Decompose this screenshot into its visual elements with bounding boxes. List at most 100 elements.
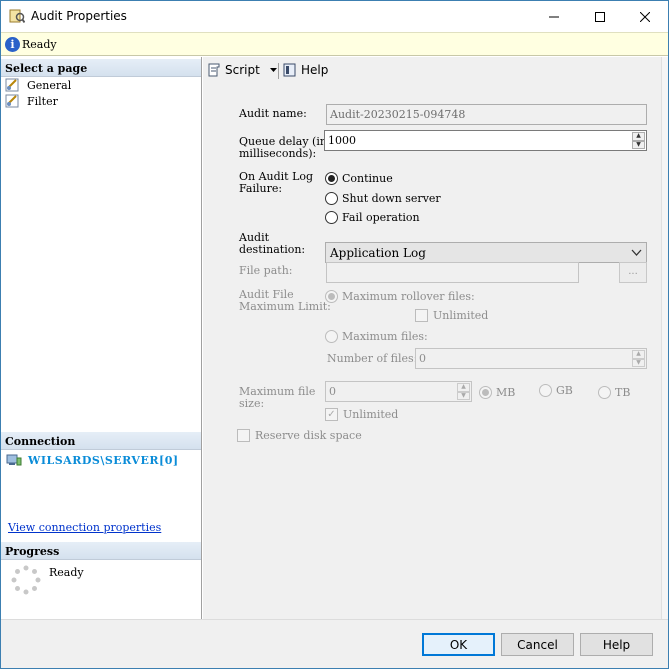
audit-name-field[interactable]: Audit-20230215-094748: [326, 104, 647, 125]
cancel-button[interactable]: Cancel: [501, 633, 574, 656]
radio-label: Maximum files:: [342, 330, 428, 343]
info-icon: i: [5, 37, 20, 52]
number-of-files-input[interactable]: 0 ▲ ▼: [415, 348, 647, 369]
spin-up-icon[interactable]: ▲: [457, 383, 470, 392]
number-of-files-stepper[interactable]: ▲ ▼: [632, 350, 645, 367]
audit-destination-select[interactable]: Application Log: [325, 242, 647, 263]
number-of-files-value: 0: [419, 352, 426, 365]
page-item-label: Filter: [27, 94, 58, 108]
radio-circle: [325, 172, 338, 185]
radio-label: GB: [556, 384, 573, 397]
failure-label-2: Failure:: [239, 182, 283, 195]
script-icon: [208, 63, 220, 77]
browse-button[interactable]: ...: [619, 262, 647, 283]
page-item-filter[interactable]: Filter: [5, 93, 58, 109]
view-connection-properties-link[interactable]: View connection properties: [8, 521, 161, 534]
minimize-icon: [549, 16, 559, 17]
queue-delay-stepper[interactable]: ▲ ▼: [632, 132, 645, 149]
checkbox-label: Unlimited: [433, 309, 489, 322]
progress-header: Progress: [1, 542, 201, 560]
close-icon: [640, 11, 650, 22]
chevron-down-icon: [631, 249, 642, 256]
help-toolbar-label: Help: [301, 63, 329, 77]
radio-label: Fail operation: [342, 211, 420, 224]
spin-down-icon[interactable]: ▼: [632, 358, 645, 367]
unit-tb-radio[interactable]: TB: [598, 386, 630, 399]
queue-delay-input[interactable]: 1000 ▲ ▼: [324, 130, 647, 151]
help-toolbar-button[interactable]: Help: [282, 62, 328, 78]
close-button[interactable]: [622, 1, 668, 32]
maximize-button[interactable]: [577, 1, 623, 32]
radio-circle: [325, 330, 338, 343]
radio-label: TB: [615, 386, 631, 399]
help-book-icon: [283, 63, 296, 77]
connection-name: WILSARDS\SERVER[0]: [28, 453, 179, 467]
max-file-size-input[interactable]: 0 ▲ ▼: [325, 381, 472, 402]
progress-spinner-icon: [11, 565, 41, 595]
window-title: Audit Properties: [31, 9, 127, 23]
queue-delay-label-2: milliseconds):: [239, 147, 317, 160]
continue-radio[interactable]: Continue: [325, 172, 393, 185]
max-limit-label-2: Maximum Limit:: [239, 300, 331, 313]
dropdown-arrow-icon[interactable]: [269, 67, 278, 73]
checkbox-label: Reserve disk space: [255, 429, 362, 442]
status-text: Ready: [22, 38, 57, 51]
radio-label: MB: [496, 386, 516, 399]
help-button[interactable]: Help: [580, 633, 653, 656]
max-files-radio[interactable]: Maximum files:: [325, 330, 428, 343]
radio-circle: [325, 290, 338, 303]
progress-text: Ready: [49, 566, 84, 579]
right-pane: Script Help Audit name: Audit-20230215-0…: [203, 57, 668, 619]
max-size-label-2: size:: [239, 397, 265, 410]
file-path-input[interactable]: [326, 262, 579, 283]
reserve-disk-space-checkbox[interactable]: Reserve disk space: [237, 429, 362, 442]
fail-operation-radio[interactable]: Fail operation: [325, 211, 420, 224]
left-pane: Select a page General Filter Connection: [1, 57, 202, 619]
ok-button[interactable]: OK: [422, 633, 495, 656]
destination-value: Application Log: [330, 246, 426, 260]
select-page-header: Select a page: [1, 59, 201, 77]
title-bar: Audit Properties: [1, 1, 668, 32]
unit-mb-radio[interactable]: MB: [479, 386, 515, 399]
checkbox-label: Unlimited: [343, 408, 399, 421]
radio-circle: [325, 211, 338, 224]
unit-gb-radio[interactable]: GB: [539, 384, 573, 397]
server-icon: [6, 454, 22, 466]
minimize-button[interactable]: [531, 1, 577, 32]
checkbox-box: [237, 429, 250, 442]
right-pane-scrollbar[interactable]: [661, 57, 668, 619]
dialog-footer: OK Cancel Help: [1, 619, 668, 668]
radio-circle: [539, 384, 552, 397]
toolbar-separator: [278, 63, 279, 79]
max-rollover-files-radio[interactable]: Maximum rollover files:: [325, 290, 475, 303]
audit-name-label: Audit name:: [239, 107, 307, 120]
radio-label: Maximum rollover files:: [342, 290, 475, 303]
audit-app-icon: [9, 9, 25, 24]
queue-delay-value: 1000: [328, 134, 356, 147]
spin-up-icon[interactable]: ▲: [632, 132, 645, 141]
radio-label: Continue: [342, 172, 393, 185]
destination-label-2: destination:: [239, 243, 306, 256]
page-item-general[interactable]: General: [5, 77, 71, 93]
file-path-label: File path:: [239, 264, 293, 277]
radio-label: Shut down server: [342, 192, 441, 205]
audit-properties-window: Audit Properties i Ready Select a page G…: [0, 0, 669, 669]
connection-header: Connection: [1, 432, 201, 450]
spin-up-icon[interactable]: ▲: [632, 350, 645, 359]
status-bar: i Ready: [1, 32, 668, 56]
number-of-files-label: Number of files:: [327, 352, 418, 365]
script-label: Script: [225, 63, 260, 77]
spin-down-icon[interactable]: ▼: [632, 140, 645, 149]
maximize-icon: [595, 11, 605, 22]
radio-circle: [479, 386, 492, 399]
script-button[interactable]: Script: [206, 62, 278, 78]
max-file-size-value: 0: [329, 385, 336, 398]
shut-down-server-radio[interactable]: Shut down server: [325, 192, 441, 205]
radio-circle: [325, 192, 338, 205]
spin-down-icon[interactable]: ▼: [457, 391, 470, 400]
max-file-size-stepper[interactable]: ▲ ▼: [457, 383, 470, 400]
connection-row: WILSARDS\SERVER[0]: [6, 453, 179, 467]
rollover-unlimited-checkbox[interactable]: Unlimited: [415, 309, 488, 322]
size-unlimited-checkbox[interactable]: ✓ Unlimited: [325, 408, 398, 421]
checkbox-box: ✓: [325, 408, 338, 421]
